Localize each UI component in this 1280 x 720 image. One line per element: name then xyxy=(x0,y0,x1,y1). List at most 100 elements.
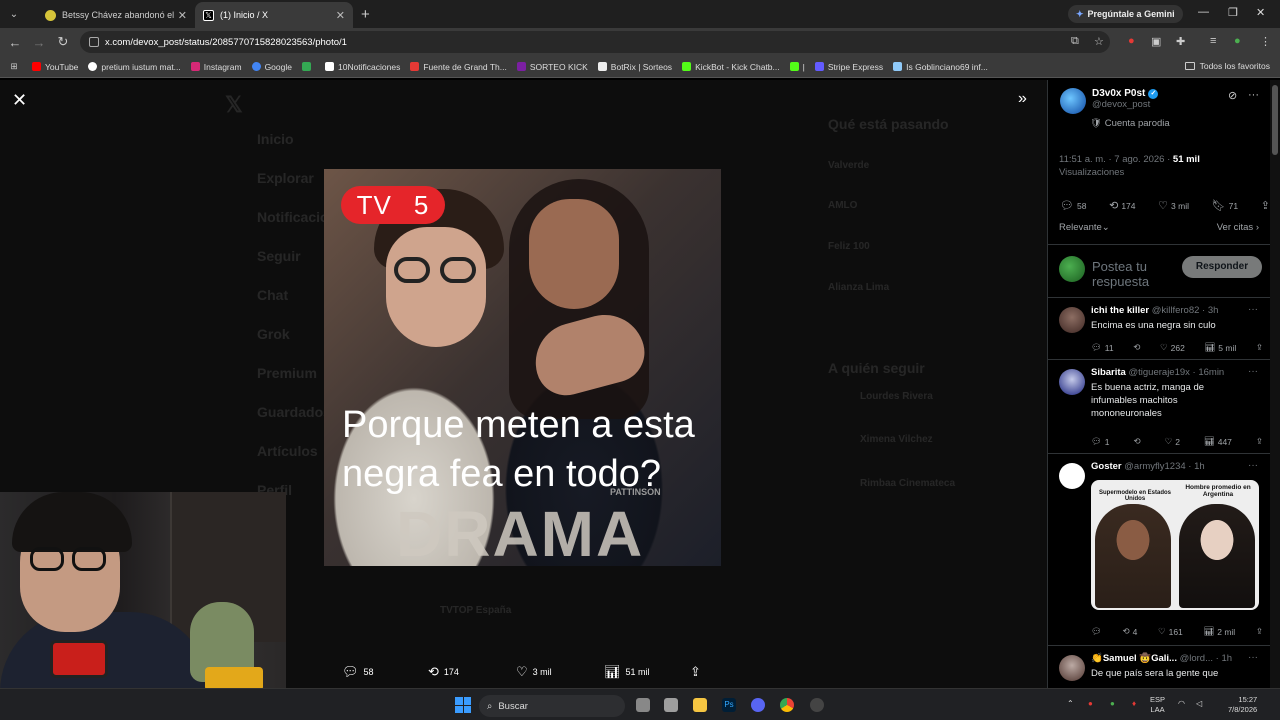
bookmark-stripe[interactable]: Stripe Express xyxy=(814,62,883,72)
minimize-icon[interactable]: — xyxy=(1198,6,1209,18)
reply-avatar[interactable] xyxy=(1059,307,1085,333)
reply-item[interactable]: Sibarita @tigueraje19x · 16min ··· Es bu… xyxy=(1048,360,1271,454)
tray-mic-icon[interactable]: ♦ xyxy=(1132,699,1136,709)
scrollbar-thumb[interactable] xyxy=(1272,85,1278,155)
reply-repost-action[interactable]: ⟲ xyxy=(1134,436,1141,447)
grok-icon[interactable]: ⊘ xyxy=(1228,89,1237,102)
view-quotes-link[interactable]: Ver citas › xyxy=(1217,222,1259,233)
post-author[interactable]: D3v0x P0st ✓ @devox_post xyxy=(1060,88,1159,114)
close-tab-icon[interactable]: ✕ xyxy=(336,9,345,22)
language-indicator[interactable]: ESP LAA xyxy=(1150,695,1165,715)
chrome-icon[interactable] xyxy=(780,698,794,712)
like-action[interactable]: ♡ 3 mil xyxy=(516,664,552,680)
close-tab-icon[interactable]: ✕ xyxy=(178,9,187,22)
system-clock[interactable]: 15:27 7/8/2026 xyxy=(1228,695,1257,715)
bookmark-botrix[interactable]: BotRix | Sorteos xyxy=(597,62,672,72)
bookmark-youtube[interactable]: YouTube xyxy=(32,62,78,72)
more-options-icon[interactable]: ··· xyxy=(1248,652,1258,663)
install-app-icon[interactable]: ⧉ xyxy=(1071,35,1079,48)
close-viewer-icon[interactable]: ✕ xyxy=(12,90,27,111)
gemini-button[interactable]: ✦ Pregúntale a Gemini xyxy=(1068,5,1183,23)
reply-repost-action[interactable]: ⟲ 4 xyxy=(1122,626,1137,637)
app-icon[interactable] xyxy=(664,698,678,712)
tab-search-icon[interactable]: ⌄ xyxy=(5,5,23,23)
forward-icon[interactable]: → xyxy=(27,35,51,50)
photoshop-icon[interactable]: Ps xyxy=(722,698,736,712)
views-action[interactable]: 📊︎ 51 mil xyxy=(604,664,650,680)
more-options-icon[interactable]: ··· xyxy=(1248,304,1258,315)
reply-avatar[interactable] xyxy=(1059,369,1085,395)
bookmark-unnamed[interactable] xyxy=(301,62,315,71)
profile-avatar-icon[interactable]: ● xyxy=(1234,35,1241,47)
bookmark-pretium[interactable]: pretium iustum mat... xyxy=(88,62,181,72)
author-avatar[interactable] xyxy=(1060,88,1086,114)
reply-views-action[interactable]: 📊︎ 5 mil xyxy=(1204,342,1236,353)
bookmark-gta[interactable]: Fuente de Grand Th... xyxy=(410,62,507,72)
extensions-puzzle-icon[interactable]: ✚ xyxy=(1176,35,1185,48)
reply-share-action[interactable]: ⇪ xyxy=(1256,626,1263,637)
bookmark-sorteo-kick[interactable]: SORTEO KICK xyxy=(516,62,588,72)
reply-reply-action[interactable]: 💬︎ 11 xyxy=(1091,342,1114,353)
browser-tab-betssy[interactable]: Betssy Chávez abandonó el Pe ✕ xyxy=(37,2,195,28)
sidebar-like-action[interactable]: ♡ 3 mil xyxy=(1158,199,1189,212)
share-action[interactable]: ⇪ xyxy=(690,664,701,680)
bookmark-kick[interactable]: | xyxy=(789,62,805,72)
sidebar-share-action[interactable]: ⇪ xyxy=(1261,199,1270,212)
post-photo[interactable]: DRAMA PATTINSON TV 5 Porque meten a esta … xyxy=(324,169,721,566)
more-options-icon[interactable]: ··· xyxy=(1248,460,1258,471)
bookmark-x-notifications[interactable]: 10Notificaciones xyxy=(324,62,400,72)
reply-share-action[interactable]: ⇪ xyxy=(1256,342,1263,353)
obs-icon[interactable] xyxy=(810,698,824,712)
bookmark-star-icon[interactable]: ☆ xyxy=(1094,35,1104,48)
reload-icon[interactable]: ↻ xyxy=(51,34,75,50)
discord-icon[interactable] xyxy=(751,698,765,712)
reply-item[interactable]: Goster @armyfly1234 · 1h ··· Supermodelo… xyxy=(1048,454,1271,646)
all-bookmarks[interactable]: Todos los favoritos xyxy=(1184,61,1270,71)
new-tab-icon[interactable]: + xyxy=(361,6,370,23)
reply-like-action[interactable]: ♡ 2 xyxy=(1165,436,1180,447)
reply-action[interactable]: 💬︎ 58 xyxy=(342,664,374,680)
expand-sidebar-icon[interactable]: » xyxy=(1018,90,1027,108)
bookmark-instagram[interactable]: Instagram xyxy=(190,62,242,72)
bookmark-kickbot[interactable]: KickBot - Kick Chatb... xyxy=(682,62,780,72)
site-info-icon[interactable] xyxy=(89,37,99,47)
back-icon[interactable]: ← xyxy=(3,35,27,50)
more-options-icon[interactable]: ··· xyxy=(1248,89,1259,101)
task-view-icon[interactable] xyxy=(636,698,650,712)
browser-tab-x[interactable]: 𝕏 (1) Inicio / X ✕ xyxy=(195,2,353,28)
tray-chevron-icon[interactable]: ⌃ xyxy=(1067,699,1074,709)
extension-record-icon[interactable]: ● xyxy=(1128,35,1135,47)
sidebar-bookmark-action[interactable]: 🔖︎ 71 xyxy=(1212,199,1238,212)
reply-image[interactable]: Supermodelo en Estados Unidos Hombre pro… xyxy=(1091,480,1259,610)
sidebar-scrollbar[interactable] xyxy=(1270,80,1280,688)
reply-views-action[interactable]: 📊︎ 447 xyxy=(1204,436,1232,447)
file-explorer-icon[interactable] xyxy=(693,698,707,712)
reply-like-action[interactable]: ♡ 262 xyxy=(1160,342,1185,353)
reply-views-action[interactable]: 📊︎ 2 mil xyxy=(1203,626,1235,637)
url-field[interactable]: x.com/devox_post/status/2085770715828023… xyxy=(80,31,1110,53)
tray-shield-icon[interactable]: ● xyxy=(1110,699,1115,709)
reply-reply-action[interactable]: 💬︎ xyxy=(1091,626,1102,637)
repost-action[interactable]: ⟲ 174 xyxy=(428,664,459,680)
tray-app-icon[interactable]: ● xyxy=(1088,699,1093,709)
chrome-menu-icon[interactable]: ⋮ xyxy=(1260,35,1271,48)
restore-icon[interactable]: ❐ xyxy=(1228,6,1238,19)
wifi-icon[interactable]: ◠ xyxy=(1178,699,1185,709)
sidebar-repost-action[interactable]: ⟲ 174 xyxy=(1109,199,1135,212)
reply-repost-action[interactable]: ⟲ xyxy=(1133,342,1140,353)
reply-input[interactable]: Postea tu respuesta xyxy=(1092,259,1172,289)
reply-avatar[interactable] xyxy=(1059,655,1085,681)
windows-start-icon[interactable] xyxy=(455,697,471,713)
author-name-row[interactable]: D3v0x P0st ✓ xyxy=(1092,88,1159,99)
sidebar-reply-action[interactable]: 💬︎ 58 xyxy=(1060,199,1086,212)
reading-list-icon[interactable]: ≡ xyxy=(1210,35,1216,47)
reply-item[interactable]: 👏Samuel 🤠Gali... @lord... · 1h ··· De qu… xyxy=(1048,646,1271,688)
reply-button[interactable]: Responder xyxy=(1182,256,1262,278)
reply-item[interactable]: ichi the killer @killfero82 · 3h ··· Enc… xyxy=(1048,298,1271,360)
taskbar-search[interactable]: ⌕ Buscar xyxy=(479,695,625,717)
reply-avatar[interactable] xyxy=(1059,463,1085,489)
apps-grid-icon[interactable]: ⊞ xyxy=(4,61,24,72)
reply-share-action[interactable]: ⇪ xyxy=(1256,436,1263,447)
bookmark-google[interactable]: Google xyxy=(251,62,292,72)
reply-like-action[interactable]: ♡ 161 xyxy=(1158,626,1183,637)
